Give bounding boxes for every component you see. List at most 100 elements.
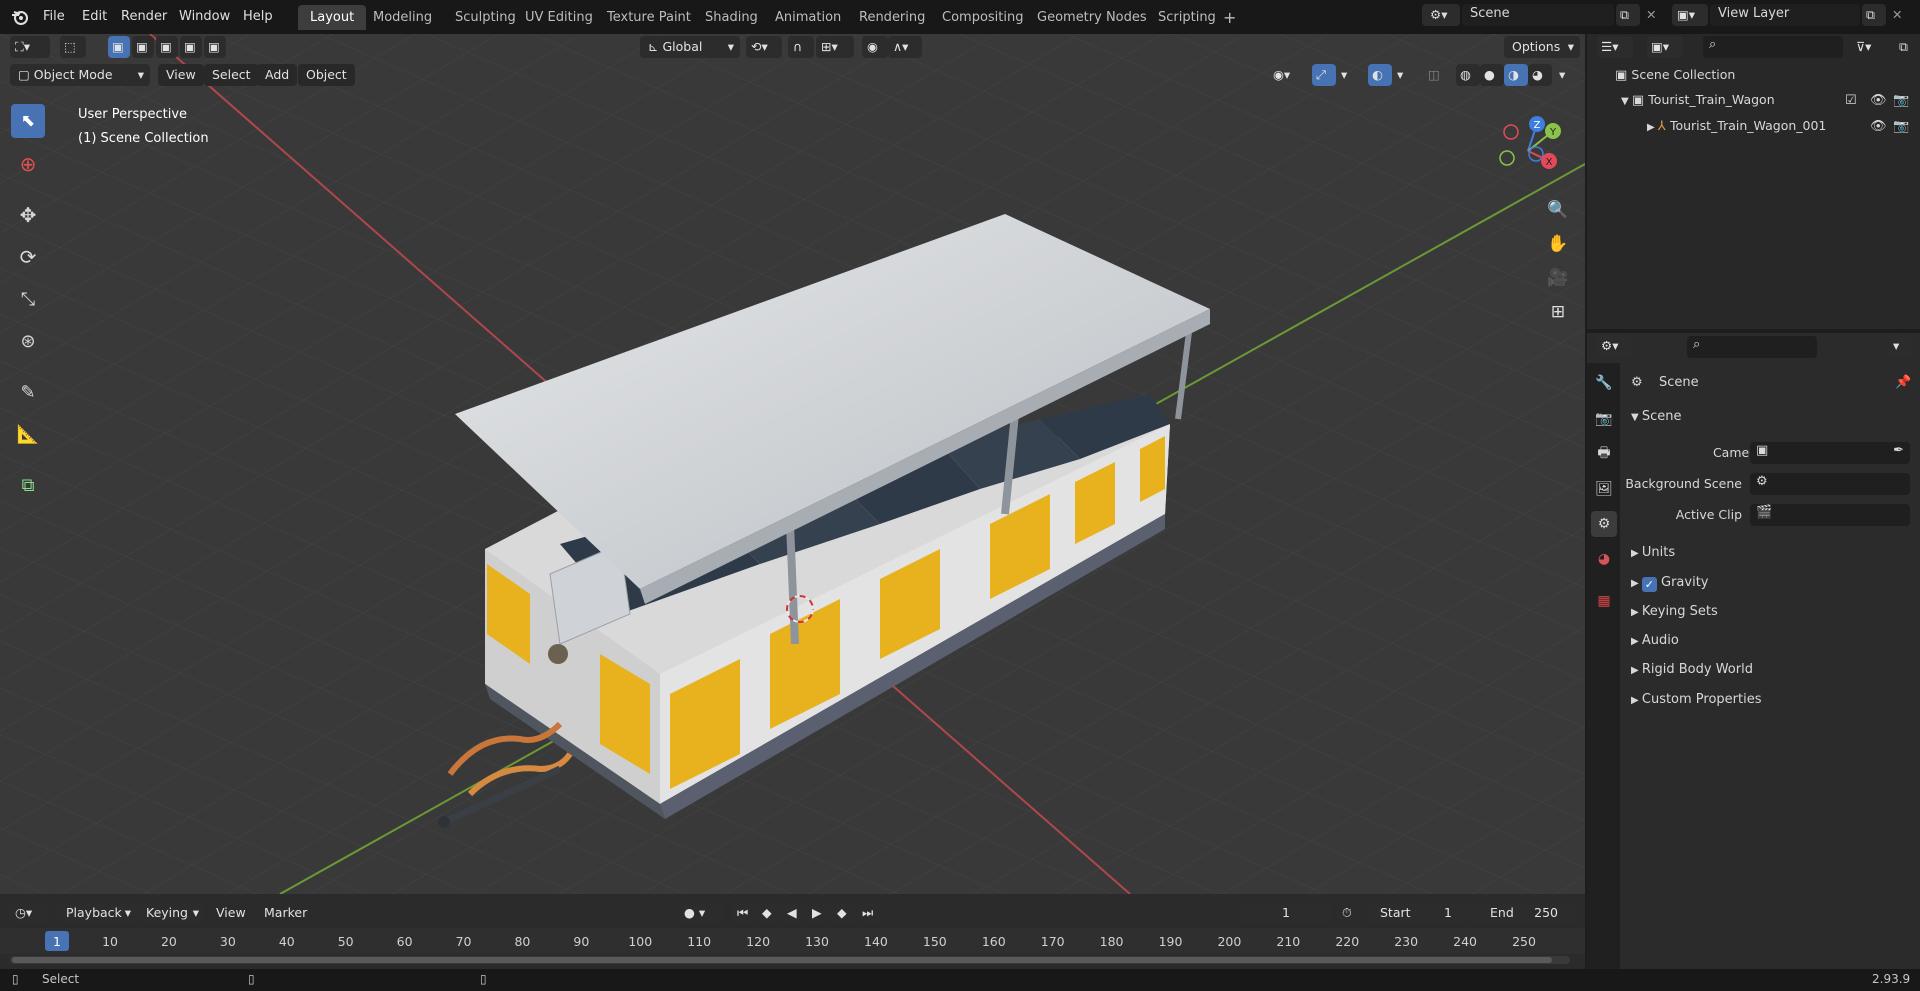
falloff-dropdown[interactable]: ∧▾ bbox=[888, 36, 922, 58]
select-invert-icon[interactable]: ▣ bbox=[180, 36, 202, 58]
xray-toggle[interactable]: ◫ bbox=[1424, 64, 1448, 86]
shading-material-button[interactable]: ◑ bbox=[1504, 64, 1528, 86]
tab-scripting[interactable]: Scripting bbox=[1146, 5, 1228, 30]
menu-window[interactable]: Window bbox=[172, 6, 237, 28]
shading-dropdown[interactable]: ▾ bbox=[1556, 64, 1576, 86]
visibility-dropdown[interactable]: ◉▾ bbox=[1268, 64, 1308, 86]
visibility-eye-icon[interactable]: 👁 bbox=[1870, 93, 1887, 108]
menu-edit[interactable]: Edit bbox=[75, 6, 114, 28]
active-clip-field[interactable]: 🎬 bbox=[1750, 504, 1910, 526]
visibility-eye-icon[interactable]: 👁 bbox=[1870, 119, 1887, 134]
select-mode-icon[interactable]: ⬚ bbox=[60, 36, 86, 58]
units-panel-header[interactable]: ▶ Units bbox=[1631, 543, 1911, 563]
start-frame-field[interactable]: Start 1 bbox=[1366, 902, 1466, 924]
gravity-checkbox[interactable]: ✓ bbox=[1641, 577, 1657, 592]
view-layer-name-field[interactable]: View Layer bbox=[1710, 4, 1860, 26]
keying-sets-panel-header[interactable]: ▶ Keying Sets bbox=[1631, 602, 1911, 622]
timeline-editor-type[interactable]: ◷▾ bbox=[10, 902, 50, 924]
tab-geometry-nodes[interactable]: Geometry Nodes bbox=[1025, 5, 1159, 30]
end-frame-field[interactable]: End 250 bbox=[1468, 902, 1578, 924]
view-layer-browse-button[interactable]: ▣▾ bbox=[1672, 4, 1708, 26]
scene-browse-button[interactable]: ⚙▾ bbox=[1422, 4, 1460, 26]
current-frame-field[interactable]: 1 bbox=[1240, 902, 1332, 924]
display-mode-dropdown[interactable]: ▣▾ bbox=[1647, 36, 1683, 58]
gizmo-toggle[interactable]: ⤢ bbox=[1312, 64, 1336, 86]
properties-options-dropdown[interactable]: ▾ bbox=[1887, 335, 1913, 357]
world-tab[interactable]: ◕ bbox=[1591, 546, 1617, 572]
eyedropper-icon[interactable]: ✒ bbox=[1893, 443, 1904, 458]
options-dropdown[interactable]: Options ▾ bbox=[1504, 36, 1580, 58]
select-box-tool[interactable]: ⬉ bbox=[11, 104, 45, 138]
menu-file[interactable]: File bbox=[36, 6, 72, 28]
timeline-scrollbar-thumb[interactable] bbox=[12, 957, 1552, 963]
timeline-view-menu[interactable]: View bbox=[208, 902, 254, 924]
preview-range-toggle[interactable]: ⏱ bbox=[1338, 902, 1362, 924]
filter-dropdown[interactable]: ⊽▾ bbox=[1852, 36, 1888, 58]
new-collection-icon[interactable]: ⧉ bbox=[1895, 36, 1919, 58]
navigation-gizmo[interactable]: Z Y X bbox=[1483, 106, 1573, 196]
audio-panel-header[interactable]: ▶ Audio bbox=[1631, 631, 1911, 651]
shading-solid-button[interactable]: ● bbox=[1480, 64, 1504, 86]
prev-keyframe-button[interactable]: ◆ bbox=[757, 902, 781, 924]
rotate-tool[interactable]: ⟳ bbox=[11, 240, 45, 274]
cursor-tool[interactable]: ⊕ bbox=[11, 147, 45, 181]
snap-toggle[interactable]: ∩ bbox=[788, 36, 814, 58]
menu-object[interactable]: Object bbox=[298, 64, 355, 86]
menu-render[interactable]: Render bbox=[114, 6, 174, 28]
gizmo-dropdown[interactable]: ▾ bbox=[1338, 64, 1358, 86]
outliner-row-object[interactable]: ▶ ⅄ Tourist_Train_Wagon_001 bbox=[1647, 118, 1887, 138]
select-new-icon[interactable]: ▣ bbox=[108, 36, 130, 58]
transform-orientation-dropdown[interactable]: ⊾ Global ▾ bbox=[640, 36, 740, 58]
tab-uv-editing[interactable]: UV Editing bbox=[513, 5, 605, 30]
camera-field[interactable]: ▣ ✒ bbox=[1750, 442, 1910, 464]
outliner-row-scene-collection[interactable]: ▣ Scene Collection bbox=[1615, 67, 1915, 87]
output-tab[interactable]: 🖶 bbox=[1591, 441, 1617, 467]
delete-scene-icon[interactable]: ✕ bbox=[1642, 4, 1664, 26]
menu-help[interactable]: Help bbox=[236, 6, 280, 28]
properties-search-input[interactable]: ⌕ bbox=[1687, 336, 1817, 358]
tab-texture-paint[interactable]: Texture Paint bbox=[595, 5, 703, 30]
snap-target-dropdown[interactable]: ⊞▾ bbox=[816, 36, 854, 58]
render-camera-icon[interactable]: 📷 bbox=[1893, 119, 1909, 134]
menu-view[interactable]: View bbox=[158, 64, 204, 86]
select-intersect-icon[interactable]: ▣ bbox=[204, 36, 226, 58]
texture-tab[interactable]: ▦ bbox=[1591, 588, 1617, 614]
next-keyframe-button[interactable]: ◆ bbox=[832, 902, 856, 924]
overlays-dropdown[interactable]: ▾ bbox=[1394, 64, 1414, 86]
pivot-point-dropdown[interactable]: ⟲▾ bbox=[746, 36, 782, 58]
shading-rendered-button[interactable]: ◕ bbox=[1528, 64, 1552, 86]
scene-panel-header[interactable]: ▼ Scene bbox=[1631, 407, 1911, 427]
properties-editor-type[interactable]: ⚙▾ bbox=[1597, 335, 1633, 357]
add-cube-tool[interactable]: ⧉ bbox=[11, 468, 45, 502]
pan-hand-icon[interactable]: ✋ bbox=[1544, 230, 1572, 258]
proportional-edit-toggle[interactable]: ◉ bbox=[862, 36, 888, 58]
tab-compositing[interactable]: Compositing bbox=[930, 5, 1036, 30]
measure-tool[interactable]: 📐 bbox=[11, 417, 45, 451]
tab-layout[interactable]: Layout bbox=[298, 5, 367, 30]
jump-start-button[interactable]: ⏮ bbox=[732, 902, 756, 924]
auto-keying-toggle[interactable]: ● ▾ bbox=[678, 902, 724, 924]
play-button[interactable]: ▶ bbox=[807, 902, 831, 924]
move-tool[interactable]: ✥ bbox=[11, 198, 45, 232]
3d-viewport[interactable]: ⛶▾ ⬚ ▣ ▣ ▣ ▣ ▣ ⊾ Global ▾ ⟲▾ ∩ ⊞▾ ◉ ∧▾ Op… bbox=[0, 34, 1585, 894]
annotate-tool[interactable]: ✎ bbox=[11, 375, 45, 409]
pin-icon[interactable]: 📌 bbox=[1895, 373, 1911, 393]
scale-tool[interactable]: ⤡ bbox=[11, 282, 45, 316]
ortho-grid-icon[interactable]: ⊞ bbox=[1544, 298, 1572, 326]
scene-name-field[interactable]: Scene bbox=[1462, 4, 1614, 26]
tab-shading[interactable]: Shading bbox=[693, 5, 770, 30]
tab-modeling[interactable]: Modeling bbox=[361, 5, 444, 30]
select-extend-icon[interactable]: ▣ bbox=[132, 36, 154, 58]
rigid-body-world-panel-header[interactable]: ▶ Rigid Body World bbox=[1631, 660, 1911, 680]
timeline-scrollbar[interactable] bbox=[10, 956, 1570, 964]
zoom-icon[interactable]: 🔍 bbox=[1544, 196, 1572, 224]
overlays-toggle[interactable]: ◐ bbox=[1368, 64, 1392, 86]
tab-animation[interactable]: Animation bbox=[763, 5, 853, 30]
tab-rendering[interactable]: Rendering bbox=[847, 5, 937, 30]
shading-wireframe-button[interactable]: ◍ bbox=[1456, 64, 1480, 86]
menu-add[interactable]: Add bbox=[257, 64, 298, 86]
render-tab[interactable]: 📷 bbox=[1591, 406, 1617, 432]
delete-view-layer-icon[interactable]: ✕ bbox=[1888, 4, 1910, 26]
keying-menu[interactable]: Keying ▾ bbox=[138, 902, 204, 924]
menu-select[interactable]: Select bbox=[204, 64, 259, 86]
